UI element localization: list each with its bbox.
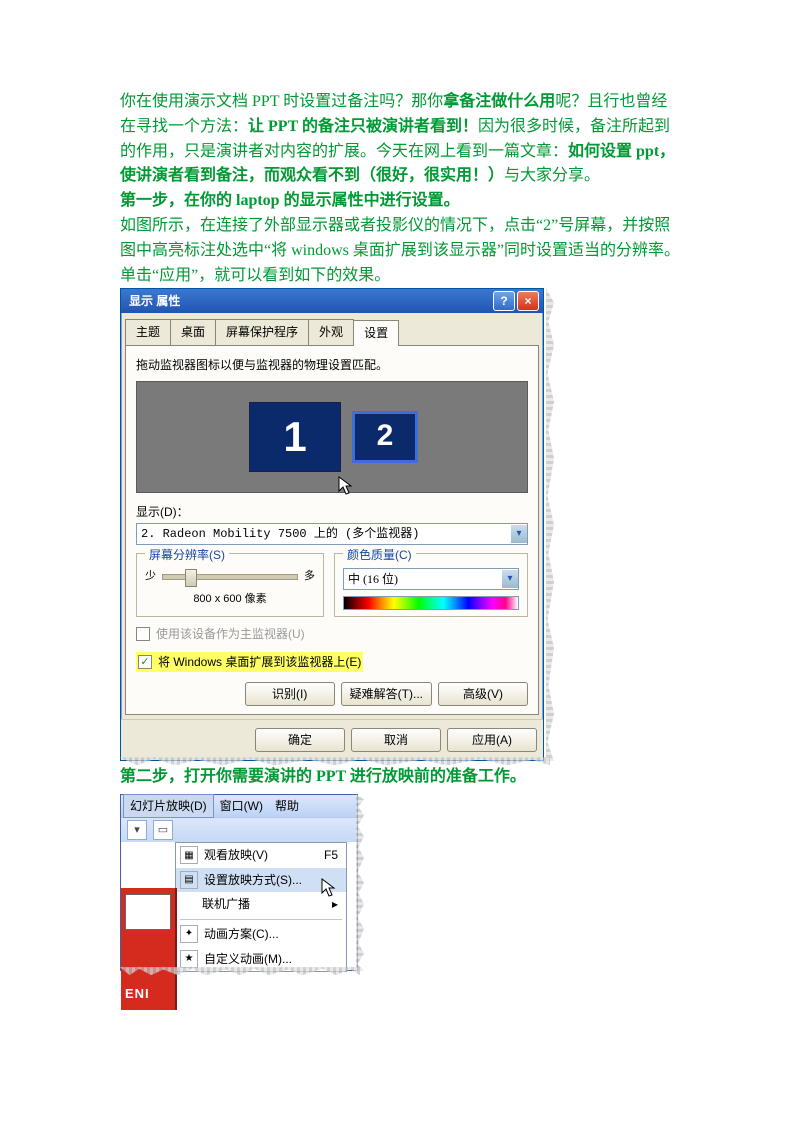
menuitem-label: 设置放映方式(S)... <box>204 871 338 890</box>
drag-instruction: 拖动监视器图标以便与监视器的物理设置匹配。 <box>136 356 528 375</box>
resolution-slider[interactable] <box>162 574 298 580</box>
paragraph-step1: 如图所示，在连接了外部显示器或者投影仪的情况下，点击“2”号屏幕，并按照图中高亮… <box>120 214 680 264</box>
menuitem-broadcast[interactable]: 联机广播 ▸ <box>176 892 346 917</box>
display-properties-dialog: 显示 属性 ? × 主题 桌面 屏幕保护程序 外观 设置 拖动监视器图标以便与监… <box>120 288 544 761</box>
ok-button[interactable]: 确定 <box>255 728 345 752</box>
resolution-legend: 屏幕分辨率(S) <box>145 546 229 565</box>
slide-thumbnails <box>125 894 171 936</box>
monitor-2[interactable]: 2 <box>355 414 415 460</box>
text-emph: 让 PPT 的备注只被演讲者看到！ <box>248 118 478 135</box>
sparkle-icon: ✦ <box>180 925 198 943</box>
primary-monitor-checkbox <box>136 627 150 641</box>
text-emph: 拿备注做什么用 <box>443 93 555 110</box>
slider-min-label: 少 <box>145 568 156 585</box>
monitor-1[interactable]: 1 <box>249 402 341 472</box>
extend-desktop-checkbox[interactable] <box>138 655 152 669</box>
paragraph-apply: 单击“应用”，就可以看到如下的效果。 <box>120 264 680 289</box>
step2-heading: 第二步，打开你需要演讲的 PPT 进行放映前的准备工作。 <box>120 765 680 790</box>
slider-thumb[interactable] <box>185 569 197 587</box>
apply-button[interactable]: 应用(A) <box>447 728 537 752</box>
monitor-arrangement[interactable]: 1 2 <box>136 381 528 493</box>
menuitem-setup-show[interactable]: ▤ 设置放映方式(S)... <box>176 868 346 893</box>
color-spectrum <box>343 596 519 610</box>
extend-desktop-label: 将 Windows 桌面扩展到该监视器上(E) <box>158 653 361 672</box>
projector-icon: ▦ <box>180 846 198 864</box>
tab-desktop[interactable]: 桌面 <box>170 319 216 345</box>
color-combo[interactable]: 中 (16 位) ▾ <box>343 568 519 590</box>
color-value: 中 (16 位) <box>344 570 502 589</box>
help-button[interactable]: ? <box>493 291 515 311</box>
titlebar[interactable]: 显示 属性 ? × <box>121 289 543 313</box>
display-label: 显示(D)： <box>136 503 528 522</box>
slide-thumbnail[interactable] <box>125 894 171 930</box>
tab-screensaver[interactable]: 屏幕保护程序 <box>215 319 309 345</box>
gear-screen-icon: ▤ <box>180 871 198 889</box>
identify-button[interactable]: 识别(I) <box>245 682 335 706</box>
color-legend: 颜色质量(C) <box>343 546 416 565</box>
dialog-bottom-bar: 确定 取消 应用(A) <box>121 719 543 760</box>
menubar: 幻灯片放映(D) 窗口(W) 帮助 <box>121 795 357 817</box>
troubleshoot-button[interactable]: 疑难解答(T)... <box>341 682 432 706</box>
toolbar-icon[interactable]: ▾ <box>127 820 147 840</box>
cancel-button[interactable]: 取消 <box>351 728 441 752</box>
color-fieldset: 颜色质量(C) 中 (16 位) ▾ <box>334 553 528 617</box>
menuitem-label: 观看放映(V) <box>204 846 318 865</box>
menuitem-animation-scheme[interactable]: ✦ 动画方案(C)... <box>176 922 346 947</box>
submenu-arrow-icon: ▸ <box>332 895 338 914</box>
menu-separator <box>180 919 342 920</box>
chevron-down-icon[interactable]: ▾ <box>502 570 518 588</box>
tab-strip: 主题 桌面 屏幕保护程序 外观 设置 <box>121 313 543 345</box>
menuitem-label: 自定义动画(M)... <box>204 950 338 969</box>
menuitem-label: 联机广播 <box>202 895 326 914</box>
shortcut-label: F5 <box>324 846 338 865</box>
display-value: 2. Radeon Mobility 7500 上的 (多个监视器) <box>137 525 511 544</box>
ppt-window-fragment: 幻灯片放映(D) 窗口(W) 帮助 ▾ ▭ ENI ▦ 观看放映(V) <box>120 794 358 971</box>
slideshow-dropdown: ▦ 观看放映(V) F5 ▤ 设置放映方式(S)... 联机广播 ▸ <box>175 842 347 972</box>
resolution-fieldset: 屏幕分辨率(S) 少 多 800 x 600 像素 <box>136 553 324 617</box>
torn-edge-bottom <box>120 757 550 765</box>
text: 你在使用演示文档 PPT 时设置过备注吗？那你 <box>120 93 443 110</box>
tab-settings[interactable]: 设置 <box>353 320 399 346</box>
display-properties-screenshot: 显示 属性 ? × 主题 桌面 屏幕保护程序 外观 设置 拖动监视器图标以便与监… <box>120 288 550 761</box>
close-button[interactable]: × <box>517 291 539 311</box>
chevron-down-icon[interactable]: ▾ <box>511 525 527 543</box>
monitor-icon[interactable]: ▭ <box>153 820 173 840</box>
resolution-value: 800 x 600 像素 <box>145 591 315 608</box>
brand-text: ENI <box>125 984 150 1004</box>
primary-monitor-checkbox-row: 使用该设备作为主监视器(U) <box>136 625 528 644</box>
advanced-button[interactable]: 高级(V) <box>438 682 528 706</box>
menu-slideshow[interactable]: 幻灯片放映(D) <box>123 794 214 819</box>
slider-max-label: 多 <box>304 568 315 585</box>
extend-desktop-checkbox-row[interactable]: 将 Windows 桌面扩展到该监视器上(E) <box>136 652 528 673</box>
toolbar: ▾ ▭ <box>121 817 357 842</box>
menu-window[interactable]: 窗口(W) <box>214 795 269 818</box>
article-page: 你在使用演示文档 PPT 时设置过备注吗？那你拿备注做什么用呢？且行也曾经在寻找… <box>0 0 800 1011</box>
blank-icon <box>180 897 196 913</box>
torn-edge-right <box>356 794 364 971</box>
tab-theme[interactable]: 主题 <box>125 319 171 345</box>
menuitem-view-show[interactable]: ▦ 观看放映(V) F5 <box>176 843 346 868</box>
torn-edge-right <box>546 288 554 761</box>
paragraph-intro: 你在使用演示文档 PPT 时设置过备注吗？那你拿备注做什么用呢？且行也曾经在寻找… <box>120 90 680 189</box>
star-icon: ★ <box>180 950 198 968</box>
step1-heading: 第一步，在你的 laptop 的显示属性中进行设置。 <box>120 189 680 214</box>
slideshow-menu-screenshot: 幻灯片放映(D) 窗口(W) 帮助 ▾ ▭ ENI ▦ 观看放映(V) <box>120 794 360 971</box>
dialog-title: 显示 属性 <box>129 292 180 311</box>
menu-help[interactable]: 帮助 <box>269 795 305 818</box>
primary-monitor-label: 使用该设备作为主监视器(U) <box>156 625 305 644</box>
display-combo[interactable]: 2. Radeon Mobility 7500 上的 (多个监视器) ▾ <box>136 523 528 545</box>
tab-appearance[interactable]: 外观 <box>308 319 354 345</box>
settings-panel: 拖动监视器图标以便与监视器的物理设置匹配。 1 2 显示(D)： 2. Rade… <box>125 345 539 715</box>
menuitem-label: 动画方案(C)... <box>204 925 338 944</box>
text: 与大家分享。 <box>504 167 600 184</box>
